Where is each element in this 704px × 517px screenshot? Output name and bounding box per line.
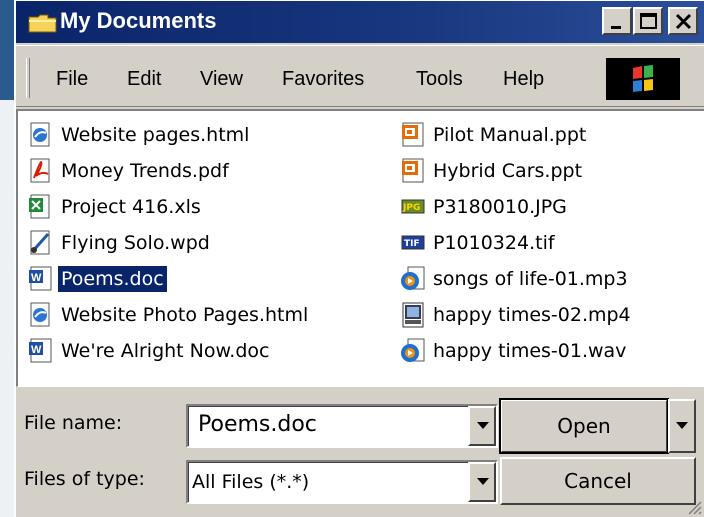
menu-edit[interactable]: Edit [127,68,161,91]
file-name: P3180010.JPG [433,196,567,218]
filename-label: File name: [24,412,123,434]
file-name: Flying Solo.wpd [61,232,210,254]
file-item[interactable]: Flying Solo.wpd [28,225,213,261]
open-file-dialog: My Documents File Edit View Favorites To… [14,0,704,517]
menu-bar: File Edit View Favorites Tools Help [16,45,704,107]
file-name: Hybrid Cars.ppt [433,160,583,182]
windows-logo [606,58,680,100]
chevron-down-icon [477,422,489,429]
html-file-icon [30,302,50,327]
filetype-label: Files of type: [24,468,145,490]
file-item[interactable]: happy times-01.wav [400,333,629,369]
media-file-icon [401,338,425,362]
file-name: P1010324.tif [433,232,555,254]
file-item[interactable]: W We're Alright Now.doc [28,333,272,369]
tif-file-icon: TIF [401,235,425,250]
chevron-down-icon [676,422,688,429]
menu-file[interactable]: File [56,68,88,91]
maximize-button[interactable] [633,7,663,35]
file-item[interactable]: JPG P3180010.JPG [400,189,570,225]
file-name: Pilot Manual.ppt [433,124,587,146]
filename-dropdown-button[interactable] [468,406,496,446]
file-item[interactable]: Hybrid Cars.ppt [400,153,585,189]
excel-file-icon [29,194,50,219]
open-button[interactable]: Open [499,398,669,454]
powerpoint-file-icon [402,122,424,147]
jpg-file-icon: JPG [401,199,425,214]
open-button-label: Open [557,414,611,438]
menu-help[interactable]: Help [503,68,544,91]
file-item-selected[interactable]: W Poems.doc [28,261,167,297]
file-name: Website pages.html [61,124,250,146]
file-name: Poems.doc [58,266,167,292]
file-name: Website Photo Pages.html [61,304,309,326]
cancel-button-label: Cancel [564,469,632,493]
resize-grip-icon[interactable] [684,497,702,515]
menu-view[interactable]: View [200,68,243,91]
filetype-value: All Files (*.*) [192,471,310,493]
svg-text:TIF: TIF [404,239,420,249]
filename-input[interactable]: Poems.doc [198,412,317,437]
pdf-file-icon [30,158,50,183]
file-name: Money Trends.pdf [61,160,229,182]
svg-text:W: W [31,344,42,356]
filename-combobox[interactable]: Poems.doc [186,404,498,448]
file-name: songs of life-01.mp3 [433,268,628,290]
file-name: Project 416.xls [61,196,201,218]
menu-tools[interactable]: Tools [416,68,463,91]
filetype-dropdown-button[interactable] [468,462,496,502]
svg-text:W: W [31,272,42,284]
file-item[interactable]: Money Trends.pdf [28,153,232,189]
video-file-icon [402,302,424,328]
windows-flag-icon [633,65,653,92]
maximize-icon [640,13,657,29]
minimize-button[interactable] [602,7,632,35]
folder-icon [28,14,57,33]
word-file-icon: W [29,266,52,291]
powerpoint-file-icon [402,158,424,183]
filetype-select[interactable]: All Files (*.*) [186,460,498,504]
close-button[interactable] [668,7,698,35]
file-item[interactable]: TIF P1010324.tif [400,225,558,261]
open-options-button[interactable] [668,399,696,453]
cancel-button[interactable]: Cancel [500,457,696,505]
menu-favorites[interactable]: Favorites [282,68,364,91]
word-file-icon: W [29,338,52,363]
file-name: We're Alright Now.doc [61,340,270,362]
close-icon [675,13,692,30]
title-bar[interactable]: My Documents [16,1,704,43]
html-file-icon [30,122,50,147]
file-name: happy times-01.wav [433,340,627,362]
svg-text:JPG: JPG [402,203,420,213]
file-item[interactable]: Website pages.html [28,117,252,153]
file-list[interactable]: Website pages.html Money Trends.pdf Proj… [16,109,704,387]
file-name: happy times-02.mp4 [433,304,631,326]
media-file-icon [401,266,425,290]
wordperfect-file-icon [30,230,50,255]
file-item[interactable]: Project 416.xls [28,189,204,225]
file-item[interactable]: Website Photo Pages.html [28,297,311,333]
toolbar-grip[interactable] [26,58,30,98]
file-item[interactable]: happy times-02.mp4 [400,297,634,333]
minimize-icon [611,26,621,29]
file-item[interactable]: Pilot Manual.ppt [400,117,589,153]
chevron-down-icon [477,478,489,485]
file-item[interactable]: songs of life-01.mp3 [400,261,631,297]
window-title: My Documents [60,8,217,33]
